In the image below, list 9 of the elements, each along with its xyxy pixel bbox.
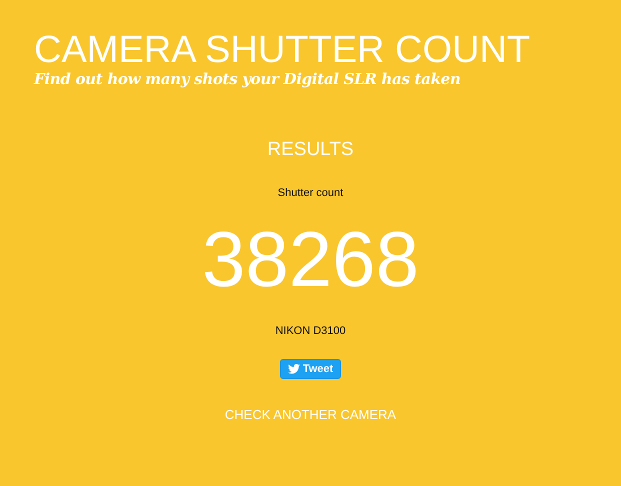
check-another-camera-link[interactable]: CHECK ANOTHER CAMERA <box>224 407 396 422</box>
camera-model: NIKON D3100 <box>275 325 346 337</box>
shutter-count-label: Shutter count <box>278 187 344 199</box>
tweet-button[interactable]: Tweet <box>280 359 342 379</box>
page-subtitle: Find out how many shots your Digital SLR has taken <box>34 70 461 88</box>
results-heading: RESULTS <box>267 139 354 161</box>
bird-icon <box>288 364 300 374</box>
shutter-count-value: 38268 <box>202 219 419 299</box>
page-title: CAMERA SHUTTER COUNT <box>34 30 530 70</box>
